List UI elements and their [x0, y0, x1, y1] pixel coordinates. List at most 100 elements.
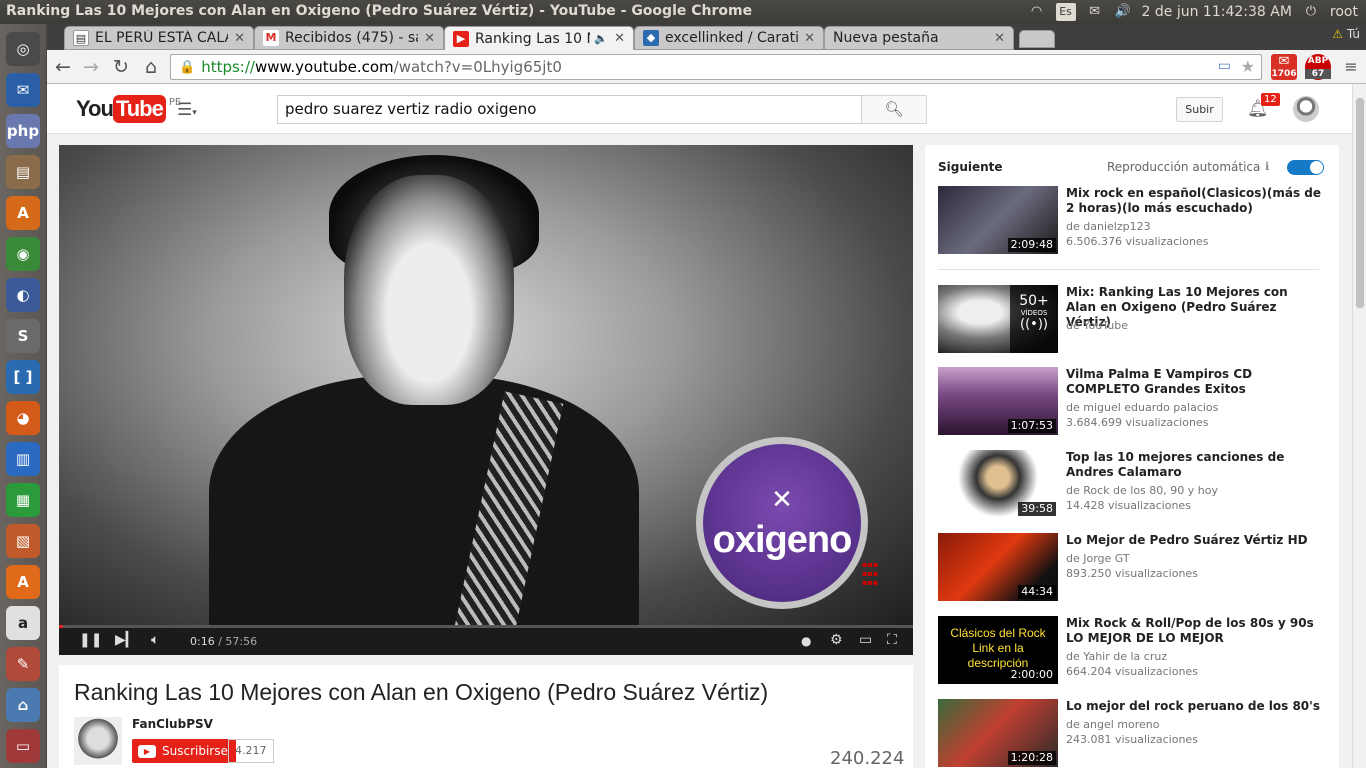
workbench-icon[interactable]: ⌂ [6, 688, 40, 722]
writer-icon[interactable]: ▥ [6, 442, 40, 476]
search-button[interactable]: 🔍︎ [861, 95, 927, 124]
power-icon[interactable]: ⏻ [1302, 4, 1320, 20]
related-video-item[interactable]: Clásicos del Rock Link en la descripción… [938, 616, 1328, 684]
channel-name[interactable]: FanClubPSV [132, 717, 213, 731]
impress-icon[interactable]: ▧ [6, 524, 40, 558]
user-name[interactable]: root [1330, 4, 1358, 20]
related-video-item[interactable]: 44:34 Lo Mejor de Pedro Suárez Vértiz HD… [938, 533, 1328, 601]
bookmark-star-icon[interactable]: ★ [1241, 57, 1255, 76]
tab-youtube[interactable]: ▶ Ranking Las 10 Me 🔈 ✕ [444, 26, 634, 50]
reload-button[interactable]: ↻ [109, 55, 133, 79]
php-icon[interactable]: php [6, 114, 40, 148]
url-host: www.youtube.com [254, 58, 394, 76]
related-video-item[interactable]: 1:07:53 Vilma Palma E Vampiros CD COMPLE… [938, 367, 1328, 435]
close-tab-icon[interactable]: ✕ [614, 31, 625, 46]
related-video-title[interactable]: Mix rock en español(Clasicos)(más de 2 h… [1066, 186, 1321, 216]
mail-icon[interactable]: ✉ [1086, 4, 1104, 20]
close-tab-icon[interactable]: ✕ [424, 31, 435, 46]
tab-new[interactable]: Nueva pestaña ✕ [824, 26, 1014, 50]
watch-later-icon[interactable]: ● [801, 634, 811, 648]
address-bar[interactable]: 🔒 https://www.youtube.com/watch?v=0Lhyig… [170, 54, 1262, 80]
search-input[interactable]: pedro suarez vertiz radio oxigeno [277, 95, 862, 124]
video-thumbnail[interactable]: 44:34 [938, 533, 1058, 601]
video-thumbnail[interactable]: 1:20:28 [938, 699, 1058, 767]
related-mix-item[interactable]: 50+ VÍDEOS ((•)) Mix: Ranking Las 10 Mej… [938, 285, 1328, 353]
video-frame[interactable]: ✕ oxigeno ▪▪▪ ▪▪▪ ▪▪▪ [59, 145, 913, 639]
subscriber-count: 4.217 [228, 739, 274, 763]
logo-you: You [76, 96, 114, 121]
amazon-icon[interactable]: a [6, 606, 40, 640]
tab-gmail[interactable]: M Recibidos (475) - sag ✕ [254, 26, 444, 50]
volume-icon[interactable]: 🔈︎ [151, 632, 159, 648]
related-video-item[interactable]: 2:09:48 Mix rock en español(Clasicos)(má… [938, 186, 1328, 254]
upload-button[interactable]: Subir [1176, 97, 1223, 122]
url-path: /watch?v=0Lhyig65jt0 [393, 58, 562, 76]
adblock-plus-extension[interactable]: ABP 67 [1305, 54, 1331, 80]
chrome-menu-icon[interactable]: ≡ [1339, 55, 1363, 79]
video-thumbnail[interactable]: Clásicos del Rock Link en la descripción… [938, 616, 1058, 684]
info-icon[interactable]: ℹ [1265, 160, 1269, 173]
mix-thumbnail[interactable]: 50+ VÍDEOS ((•)) [938, 285, 1058, 353]
related-video-item[interactable]: 1:20:28 Lo mejor del rock peruano de los… [938, 699, 1328, 767]
keyboard-layout-indicator[interactable]: Es [1055, 3, 1076, 21]
settings-gear-icon[interactable]: ⚙ [830, 632, 843, 648]
close-tab-icon[interactable]: ✕ [804, 31, 815, 46]
thunderbird-icon[interactable]: ✉ [6, 73, 40, 107]
related-video-title[interactable]: Mix Rock & Roll/Pop de los 80s y 90s LO … [1066, 616, 1321, 646]
forward-button[interactable]: → [79, 55, 103, 79]
guide-menu-icon[interactable]: ☰▾ [177, 100, 197, 120]
video-player[interactable]: ✕ oxigeno ▪▪▪ ▪▪▪ ▪▪▪ ❚❚ ▶▎ 🔈︎ 0:16 / 57:5… [59, 145, 913, 655]
tab-label: EL PERÚ ESTÁ CALATO [95, 30, 228, 46]
clock[interactable]: 2 de jun 11:42:38 AM [1142, 4, 1292, 20]
close-tab-icon[interactable]: ✕ [994, 31, 1005, 46]
video-thumbnail[interactable]: 2:09:48 [938, 186, 1058, 254]
related-video-channel: de YouTube [1066, 319, 1128, 332]
volume-icon[interactable]: 🔊 [1114, 4, 1132, 20]
dash-home-icon[interactable]: ◎ [6, 32, 40, 66]
eclipse-icon[interactable]: ◐ [6, 278, 40, 312]
account-avatar[interactable] [1293, 96, 1319, 122]
theater-mode-icon[interactable]: ▭ [859, 632, 872, 648]
system-settings-icon[interactable]: ✎ [6, 647, 40, 681]
video-thumbnail[interactable]: 1:07:53 [938, 367, 1058, 435]
video-thumbnail[interactable]: 39:58 [938, 450, 1058, 518]
fullscreen-icon[interactable]: ⛶ [887, 632, 897, 648]
youtube-play-icon: ▶ [138, 744, 156, 758]
gmail-extension[interactable]: ✉ 1706 [1271, 54, 1297, 80]
tab-label: excellinked / Carativ [665, 30, 799, 46]
related-video-title[interactable]: Lo mejor del rock peruano de los 80's [1066, 699, 1321, 714]
firefox-icon[interactable]: ◕ [6, 401, 40, 435]
new-tab-button[interactable] [1019, 30, 1055, 48]
duration-badge: 1:20:28 [1007, 751, 1056, 765]
disk-icon[interactable]: ▭ [6, 729, 40, 763]
youtube-logo[interactable]: You Tube PE [76, 95, 181, 123]
lock-icon[interactable]: 🔒 [179, 60, 195, 75]
related-video-title[interactable]: Top las 10 mejores canciones de Andres C… [1066, 450, 1321, 480]
next-video-icon[interactable]: ▶▎ [115, 632, 137, 648]
wifi-icon[interactable]: ◠ [1028, 4, 1046, 20]
profile-button[interactable]: ⚠ Tú [1332, 27, 1360, 41]
related-video-item[interactable]: 39:58 Top las 10 mejores canciones de An… [938, 450, 1328, 518]
app-a-icon[interactable]: A [6, 565, 40, 599]
close-tab-icon[interactable]: ✕ [234, 31, 245, 46]
software-center-icon[interactable]: A [6, 196, 40, 230]
page-action-icon[interactable]: ▭ [1218, 58, 1231, 74]
player-controls: ❚❚ ▶▎ 🔈︎ 0:16 / 57:56 ● ⚙ ▭ ⛶ [59, 628, 913, 655]
related-video-title[interactable]: Vilma Palma E Vampiros CD COMPLETO Grand… [1066, 367, 1321, 397]
calc-icon[interactable]: ▦ [6, 483, 40, 517]
back-button[interactable]: ← [51, 55, 75, 79]
terminal-icon[interactable]: [ ] [6, 360, 40, 394]
scrollbar-thumb[interactable] [1356, 98, 1364, 308]
page-scrollbar[interactable] [1352, 84, 1366, 768]
sublime-text-icon[interactable]: S [6, 319, 40, 353]
tab-el-peru[interactable]: ▤ EL PERÚ ESTÁ CALATO ✕ [64, 26, 254, 50]
channel-avatar[interactable] [74, 717, 122, 765]
pause-icon[interactable]: ❚❚ [79, 632, 102, 648]
file-manager-icon[interactable]: ▤ [6, 155, 40, 189]
home-button[interactable]: ⌂ [139, 55, 163, 79]
tab-excellinked[interactable]: ◆ excellinked / Carativ ✕ [634, 26, 824, 50]
autoplay-toggle[interactable] [1287, 160, 1324, 175]
subscribe-button[interactable]: ▶ Suscribirse [132, 739, 236, 763]
chrome-icon[interactable]: ◉ [6, 237, 40, 271]
related-video-title[interactable]: Lo Mejor de Pedro Suárez Vértiz HD [1066, 533, 1321, 548]
